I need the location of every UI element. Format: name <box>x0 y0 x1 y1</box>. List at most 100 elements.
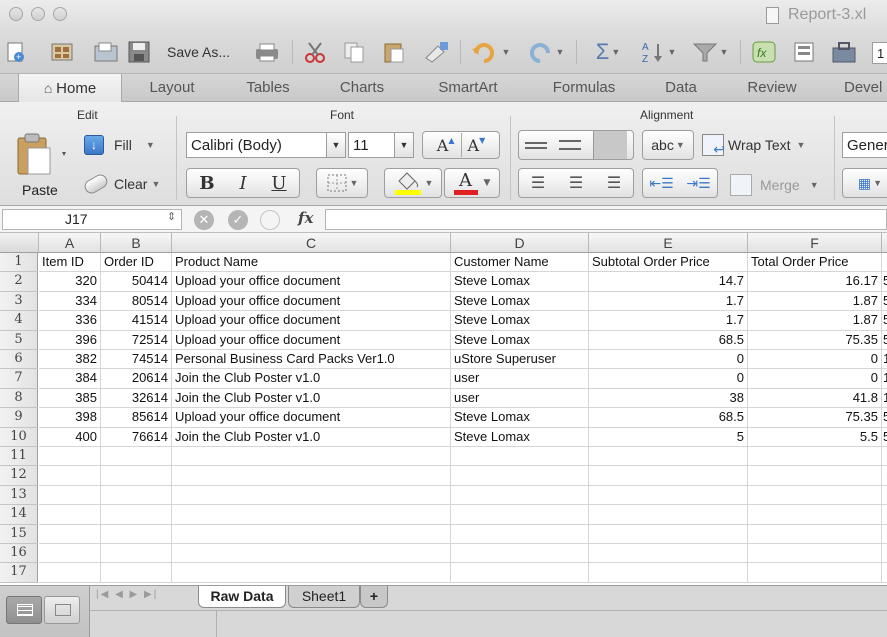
copy-icon[interactable] <box>340 37 368 67</box>
sort-icon[interactable]: A Z ▼ <box>634 37 682 67</box>
row-header[interactable]: 9 <box>0 408 38 428</box>
tab-formulas[interactable]: Formulas <box>536 74 632 102</box>
row-header[interactable]: 12 <box>0 466 38 486</box>
zoom-window-button[interactable] <box>53 7 67 21</box>
zoom-field[interactable]: 1 <box>872 42 887 64</box>
table-cell[interactable]: 1 <box>882 369 887 389</box>
table-cell[interactable]: 74514 <box>101 350 172 370</box>
table-cell[interactable] <box>172 524 451 544</box>
increase-indent-button[interactable]: ⇥☰ <box>686 175 710 192</box>
tab-charts[interactable]: Charts <box>322 74 402 102</box>
table-cell[interactable]: 1 <box>882 389 887 409</box>
table-cell[interactable] <box>589 466 748 486</box>
fill-color-button[interactable]: ▼ <box>384 168 442 198</box>
table-cell[interactable]: Steve Lomax <box>451 330 589 350</box>
table-cell[interactable] <box>172 544 451 564</box>
table-cell[interactable]: 76614 <box>101 427 172 447</box>
table-cell[interactable]: Personal Business Card Packs Ver1.0 <box>172 350 451 370</box>
name-box-stepper-icon[interactable]: ⇕ <box>167 210 176 223</box>
row-header[interactable]: 17 <box>0 563 38 583</box>
autosum-icon[interactable]: Σ ▼ <box>586 37 630 67</box>
table-cell[interactable] <box>748 447 882 467</box>
table-cell[interactable] <box>39 563 101 583</box>
wrap-text-button[interactable]: ↩ Wrap Text ▼ <box>702 132 805 158</box>
confirm-formula-icon[interactable]: ✓ <box>228 210 248 230</box>
table-cell[interactable]: 1.87 <box>748 311 882 331</box>
table-cell[interactable]: 0 <box>748 350 882 370</box>
table-cell[interactable] <box>101 544 172 564</box>
table-cell[interactable] <box>101 524 172 544</box>
table-cell[interactable]: uStore Superuser <box>451 350 589 370</box>
italic-button[interactable]: I <box>239 173 246 194</box>
header-cell[interactable]: Customer Name <box>451 253 589 273</box>
table-cell[interactable]: 400 <box>39 427 101 447</box>
save-as-button[interactable]: Save As... <box>167 44 230 60</box>
table-cell[interactable]: 5 <box>589 427 748 447</box>
row-header[interactable]: 10 <box>0 427 38 447</box>
format-painter-icon[interactable] <box>420 37 454 67</box>
table-cell[interactable]: user <box>451 388 589 409</box>
toolbox-icon[interactable] <box>830 37 858 67</box>
table-cell[interactable]: 75.35 <box>748 408 882 428</box>
table-cell[interactable]: 5.5 <box>748 427 882 447</box>
table-cell[interactable] <box>748 466 882 486</box>
table-cell[interactable] <box>101 447 172 467</box>
table-cell[interactable] <box>451 544 589 564</box>
number-format-field[interactable]: Gener <box>842 132 887 158</box>
table-cell[interactable] <box>39 447 101 467</box>
row-header[interactable]: 3 <box>0 291 38 312</box>
table-cell[interactable] <box>172 447 451 467</box>
table-cell[interactable]: Upload your office document <box>172 311 451 331</box>
minimize-window-button[interactable] <box>31 7 45 21</box>
show-icon[interactable] <box>790 37 818 67</box>
spreadsheet-grid[interactable]: A B C D E F 1 2 3 4 5 6 7 8 9 10 11 12 13 14 15 16 17 Item ID Or… <box>0 233 887 585</box>
select-all-corner[interactable] <box>0 233 39 253</box>
table-cell[interactable]: 0 <box>589 350 748 370</box>
table-cell[interactable] <box>882 563 887 583</box>
table-cell[interactable] <box>172 485 451 506</box>
align-middle-button[interactable] <box>559 140 581 150</box>
table-cell[interactable]: 80514 <box>101 291 172 312</box>
table-cell[interactable] <box>589 563 748 583</box>
table-cell[interactable] <box>748 524 882 544</box>
table-cell[interactable] <box>172 505 451 525</box>
table-cell[interactable]: 382 <box>39 350 101 370</box>
table-cell[interactable] <box>172 466 451 486</box>
column-header[interactable]: F <box>748 233 882 253</box>
table-cell[interactable] <box>882 486 887 506</box>
save-icon[interactable] <box>126 37 152 67</box>
align-bottom-button[interactable] <box>593 131 627 159</box>
table-cell[interactable] <box>748 563 882 583</box>
table-cell[interactable]: 16.17 <box>748 272 882 292</box>
clear-button[interactable]: Clear ▼ <box>82 171 160 197</box>
table-cell[interactable]: 0 <box>748 369 882 389</box>
name-box[interactable]: J17 ⇕ <box>2 209 182 230</box>
sheet-tab-raw-data[interactable]: Raw Data <box>198 586 286 608</box>
table-cell[interactable] <box>451 505 589 525</box>
cancel-formula-icon[interactable]: ✕ <box>194 210 214 230</box>
table-cell[interactable] <box>39 524 101 544</box>
tab-layout[interactable]: Layout <box>136 74 208 102</box>
shrink-font-button[interactable]: A▼ <box>468 136 486 155</box>
table-cell[interactable] <box>882 505 887 525</box>
decrease-indent-button[interactable]: ⇤☰ <box>649 175 673 192</box>
table-cell[interactable]: 1.7 <box>589 311 748 331</box>
table-cell[interactable]: 5 <box>882 311 887 331</box>
table-cell[interactable] <box>748 505 882 525</box>
table-cell[interactable] <box>101 466 172 486</box>
table-cell[interactable]: 1.7 <box>589 291 748 312</box>
table-cell[interactable] <box>589 524 748 544</box>
table-cell[interactable]: Join the Club Poster v1.0 <box>172 388 451 409</box>
print-icon[interactable] <box>252 37 282 67</box>
tab-tables[interactable]: Tables <box>226 74 310 102</box>
table-cell[interactable]: user <box>451 369 589 389</box>
templates-icon[interactable] <box>49 37 75 67</box>
table-cell[interactable]: Steve Lomax <box>451 272 589 292</box>
tab-home[interactable]: ⌂ Home <box>18 74 122 103</box>
sheet-nav-buttons[interactable]: |◀ ◀ ▶ ▶| <box>96 589 158 600</box>
paste-icon[interactable] <box>380 37 408 67</box>
table-cell[interactable]: 50414 <box>101 272 172 292</box>
table-cell[interactable] <box>172 563 451 583</box>
align-center-button[interactable]: ☰ <box>569 173 583 193</box>
table-cell[interactable]: Upload your office document <box>172 291 451 312</box>
